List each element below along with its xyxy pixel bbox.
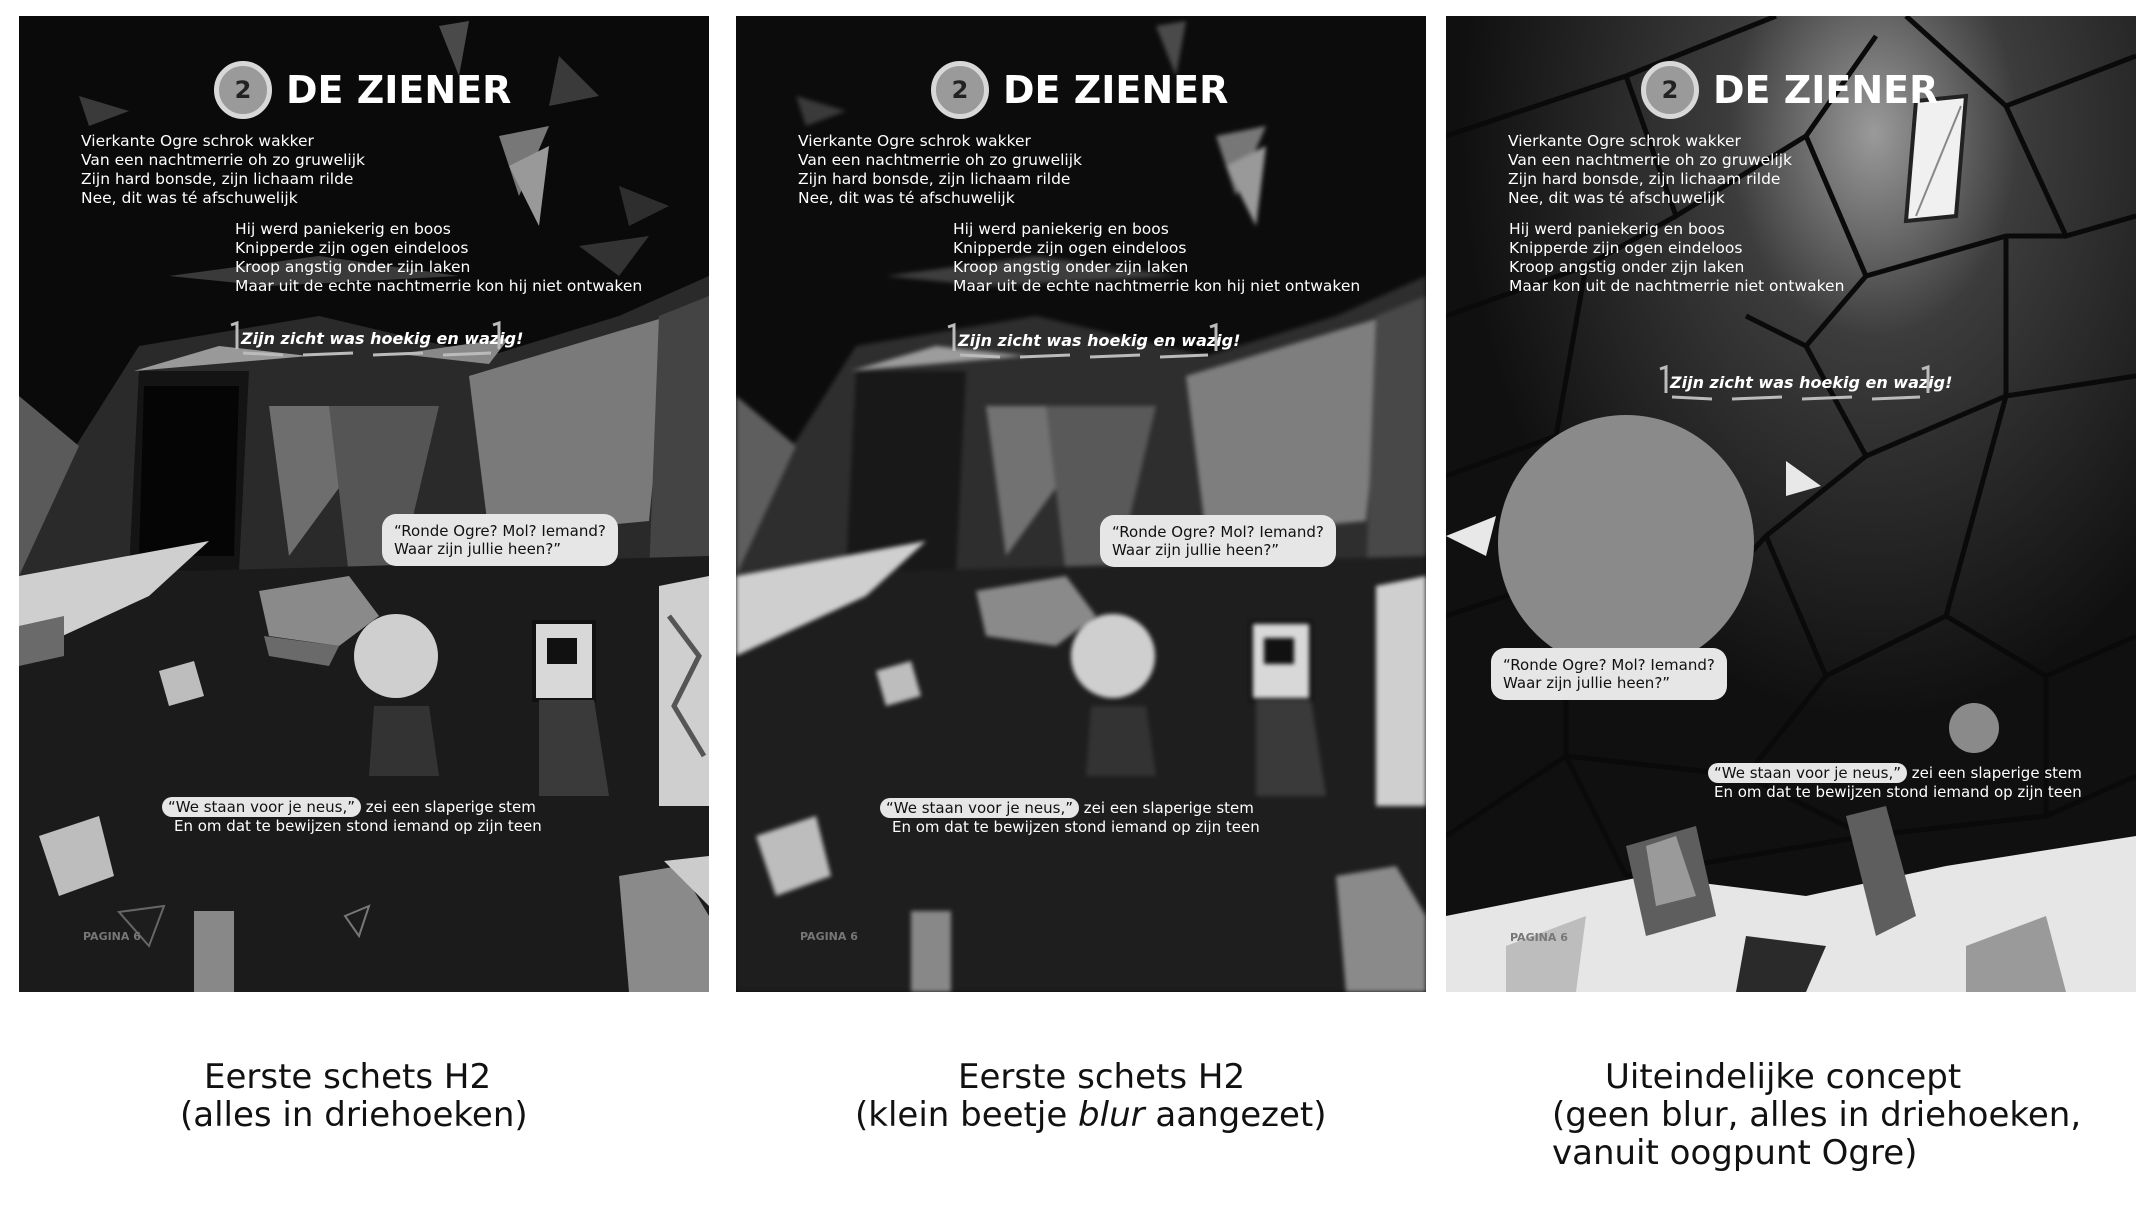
bubble-line: “Ronde Ogre? Mol? Iemand?	[1112, 523, 1324, 541]
verse-line: Maar uit de echte nachtmerrie kon hij ni…	[235, 277, 643, 295]
comic-panel-final-concept: 2 DE ZIENER Vierkante Ogre schrok wakker…	[1446, 16, 2136, 992]
verse-line: Zijn hard bonsde, zijn lichaam rilde	[81, 170, 354, 188]
narration-line-2: En om dat te bewijzen stond iemand op zi…	[892, 818, 1260, 836]
verse-line: Hij werd paniekerig en boos	[1509, 220, 1725, 238]
chapter-badge: 2	[214, 61, 272, 119]
narration-text: “We staan voor je neus,” zei een slaperi…	[162, 797, 542, 836]
bubble-line: Waar zijn jullie heen?”	[1112, 541, 1280, 559]
page-number: PAGINA 6	[800, 930, 858, 943]
label-line: Uiteindelijke concept	[1605, 1057, 1962, 1097]
label-line: Eerste schets H2	[958, 1057, 1246, 1097]
title-text: DE ZIENER	[1003, 68, 1229, 112]
verse-line: Nee, dit was té afschuwelijk	[81, 189, 298, 207]
narration-text: “We staan voor je neus,” zei een slaperi…	[1708, 763, 2082, 802]
verse-line: Maar kon uit de nachtmerrie niet ontwake…	[1509, 277, 1845, 295]
label-blurred-sketch: Eerste schets H2 (klein beetje blur aang…	[855, 1057, 1327, 1134]
page-number: PAGINA 6	[83, 930, 141, 943]
verse-line: Knipperde zijn ogen eindeloos	[953, 239, 1187, 257]
bubble-line: “Ronde Ogre? Mol? Iemand?	[1503, 656, 1715, 674]
verse-stanza-2: Hij werd paniekerig en boos Knipperde zi…	[235, 220, 642, 296]
label-first-sketch: Eerste schets H2 (alles in driehoeken)	[180, 1057, 528, 1134]
caption-frame	[230, 320, 501, 357]
label-text: aangezet)	[1144, 1095, 1327, 1135]
verse-line: Nee, dit was té afschuwelijk	[798, 189, 1015, 207]
caption-frame	[1659, 364, 1930, 401]
narration-line-2: En om dat te bewijzen stond iemand op zi…	[1714, 783, 2082, 801]
verse-line: Hij werd paniekerig en boos	[235, 220, 451, 238]
title-text: DE ZIENER	[286, 68, 512, 112]
chapter-badge: 2	[931, 61, 989, 119]
verse-line: Van een nachtmerrie oh zo gruwelijk	[1508, 151, 1793, 169]
verse-stanza-2: Hij werd paniekerig en boos Knipperde zi…	[1509, 220, 1844, 296]
verse-line: Vierkante Ogre schrok wakker	[1508, 132, 1741, 150]
verse-line: Vierkante Ogre schrok wakker	[798, 132, 1031, 150]
verse-line: Kroop angstig onder zijn laken	[235, 258, 471, 276]
title-text: DE ZIENER	[1713, 68, 1939, 112]
narration-line-1: zei een slaperige stem	[361, 798, 536, 816]
chapter-title: 2 DE ZIENER	[931, 60, 1228, 120]
caption-box: Zijn zicht was hoekig en wazig!	[230, 320, 523, 357]
speech-bubble: “Ronde Ogre? Mol? Iemand? Waar zijn jull…	[1491, 648, 1727, 700]
narration-highlight: “We staan voor je neus,”	[880, 798, 1080, 818]
verse-line: Zijn hard bonsde, zijn lichaam rilde	[1508, 170, 1781, 188]
verse-line: Knipperde zijn ogen eindeloos	[235, 239, 469, 257]
label-line: (geen blur, alles in driehoeken,	[1552, 1095, 2082, 1135]
verse-stanza-1: Vierkante Ogre schrok wakker Van een nac…	[81, 132, 365, 208]
verse-line: Vierkante Ogre schrok wakker	[81, 132, 314, 150]
narration-highlight: “We staan voor je neus,”	[1708, 763, 1908, 783]
caption-box: Zijn zicht was hoekig en wazig!	[1659, 364, 1952, 401]
label-emphasis: blur	[1078, 1095, 1145, 1135]
chapter-badge: 2	[1641, 61, 1699, 119]
narration-line-2: En om dat te bewijzen stond iemand op zi…	[174, 817, 542, 835]
label-text: (klein beetje	[855, 1095, 1079, 1135]
bubble-line: Waar zijn jullie heen?”	[1503, 674, 1671, 692]
narration-line-1: zei een slaperige stem	[1907, 764, 2082, 782]
bubble-line: Waar zijn jullie heen?”	[394, 540, 562, 558]
verse-stanza-1: Vierkante Ogre schrok wakker Van een nac…	[798, 132, 1082, 208]
verse-line: Kroop angstig onder zijn laken	[953, 258, 1189, 276]
label-final-concept: Uiteindelijke concept (geen blur, alles …	[1552, 1057, 2081, 1172]
verse-line: Maar uit de echte nachtmerrie kon hij ni…	[953, 277, 1361, 295]
narration-highlight: “We staan voor je neus,”	[162, 797, 362, 817]
narration-line-1: zei een slaperige stem	[1079, 799, 1254, 817]
comic-panel-blurred-sketch: 2 DE ZIENER Vierkante Ogre schrok wakker…	[736, 16, 1426, 992]
chapter-title: 2 DE ZIENER	[1641, 60, 1938, 120]
chapter-title: 2 DE ZIENER	[214, 60, 511, 120]
verse-stanza-1: Vierkante Ogre schrok wakker Van een nac…	[1508, 132, 1792, 208]
verse-line: Knipperde zijn ogen eindeloos	[1509, 239, 1743, 257]
verse-line: Hij werd paniekerig en boos	[953, 220, 1169, 238]
label-line: vanuit oogpunt Ogre)	[1552, 1133, 1918, 1173]
speech-bubble: “Ronde Ogre? Mol? Iemand? Waar zijn jull…	[382, 514, 618, 566]
verse-stanza-2: Hij werd paniekerig en boos Knipperde zi…	[953, 220, 1360, 296]
label-line: (alles in driehoeken)	[180, 1095, 528, 1135]
label-line: Eerste schets H2	[204, 1057, 492, 1097]
narration-text: “We staan voor je neus,” zei een slaperi…	[880, 798, 1260, 837]
caption-box: Zijn zicht was hoekig en wazig!	[947, 322, 1240, 359]
speech-bubble: “Ronde Ogre? Mol? Iemand? Waar zijn jull…	[1100, 515, 1336, 567]
bubble-line: “Ronde Ogre? Mol? Iemand?	[394, 522, 606, 540]
verse-line: Nee, dit was té afschuwelijk	[1508, 189, 1725, 207]
comic-panel-first-sketch: 2 DE ZIENER Vierkante Ogre schrok wakker…	[19, 16, 709, 992]
verse-line: Van een nachtmerrie oh zo gruwelijk	[798, 151, 1083, 169]
label-line-mixed: (klein beetje blur aangezet)	[855, 1096, 1327, 1134]
verse-line: Kroop angstig onder zijn laken	[1509, 258, 1745, 276]
caption-frame	[947, 322, 1218, 359]
verse-line: Van een nachtmerrie oh zo gruwelijk	[81, 151, 366, 169]
verse-line: Zijn hard bonsde, zijn lichaam rilde	[798, 170, 1071, 188]
page-number: PAGINA 6	[1510, 931, 1568, 944]
